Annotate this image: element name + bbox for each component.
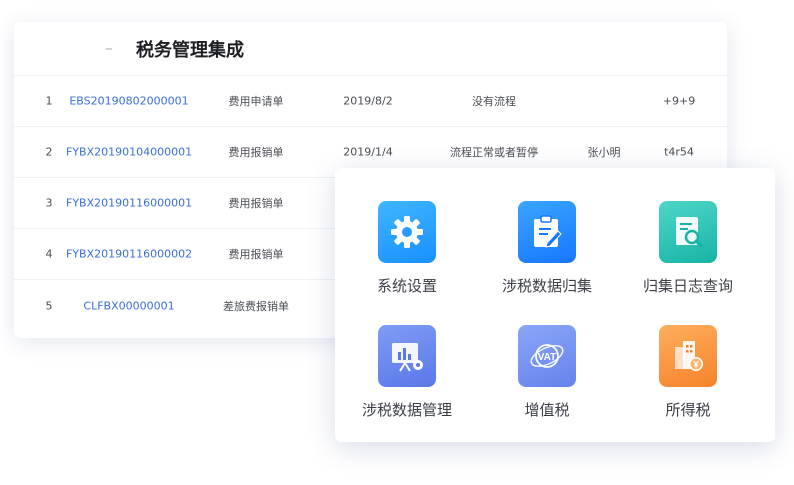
extra-value: +9+9 <box>662 94 696 108</box>
clipboard-edit-icon <box>518 201 576 263</box>
page-title: 税务管理集成 <box>136 39 244 61</box>
chart-presentation-icon <box>378 325 436 387</box>
document-code-link[interactable]: CLFBX00000001 <box>66 299 192 312</box>
tile-vat[interactable]: VAT 增值税 <box>477 325 617 420</box>
document-type: 费用报销单 <box>228 248 284 261</box>
document-search-icon <box>659 201 717 263</box>
vat-icon: VAT <box>518 325 576 387</box>
row-index: 3 <box>45 196 53 210</box>
document-date: 2019/1/4 <box>343 145 393 159</box>
workflow-status: 流程正常或者暂停 <box>450 146 538 159</box>
workflow-status: 没有流程 <box>472 95 516 108</box>
svg-text:VAT: VAT <box>538 352 557 363</box>
document-code-link[interactable]: FYBX20190104000001 <box>66 146 192 159</box>
tile-income-tax[interactable]: 所得税 <box>618 325 758 420</box>
table-row[interactable]: 1 EBS20190802000001 费用申请单 2019/8/2 没有流程 … <box>14 76 727 127</box>
building-yen-icon <box>659 325 717 387</box>
row-index: 1 <box>45 94 53 108</box>
document-type: 费用报销单 <box>228 197 284 210</box>
user-name: 张小明 <box>587 146 621 159</box>
tile-label: 归集日志查询 <box>642 277 733 295</box>
title-bar: 税务管理集成 <box>14 22 727 76</box>
document-date: 2019/8/2 <box>343 94 393 108</box>
tile-label: 增值税 <box>524 401 570 419</box>
tile-system-settings[interactable]: 系统设置 <box>337 201 477 296</box>
tile-collection-log-query[interactable]: 归集日志查询 <box>618 201 758 296</box>
document-code-link[interactable]: EBS20190802000001 <box>66 95 192 108</box>
document-type: 费用报销单 <box>228 146 284 159</box>
row-index: 5 <box>45 299 53 312</box>
row-index: 2 <box>45 145 53 159</box>
document-type: 费用申请单 <box>228 95 284 108</box>
document-type: 差旅费报销单 <box>223 299 289 313</box>
tile-label: 涉税数据归集 <box>501 277 592 295</box>
extra-value: t4r54 <box>664 145 694 159</box>
gear-icon <box>378 201 436 263</box>
module-grid-panel: 系统设置 涉税数据归集 归集日志查询 涉税数据管理 VAT 增值税 所得税 <box>335 168 775 442</box>
row-index: 4 <box>45 247 53 261</box>
tile-tax-data-collection[interactable]: 涉税数据归集 <box>477 201 617 296</box>
tile-label: 所得税 <box>665 401 711 419</box>
title-decoration <box>106 47 112 50</box>
tile-label: 系统设置 <box>376 277 437 295</box>
tile-label: 涉税数据管理 <box>361 401 452 419</box>
document-code-link[interactable]: FYBX20190116000001 <box>66 197 192 210</box>
document-code-link[interactable]: FYBX20190116000002 <box>66 248 192 261</box>
tile-tax-data-management[interactable]: 涉税数据管理 <box>337 325 477 420</box>
